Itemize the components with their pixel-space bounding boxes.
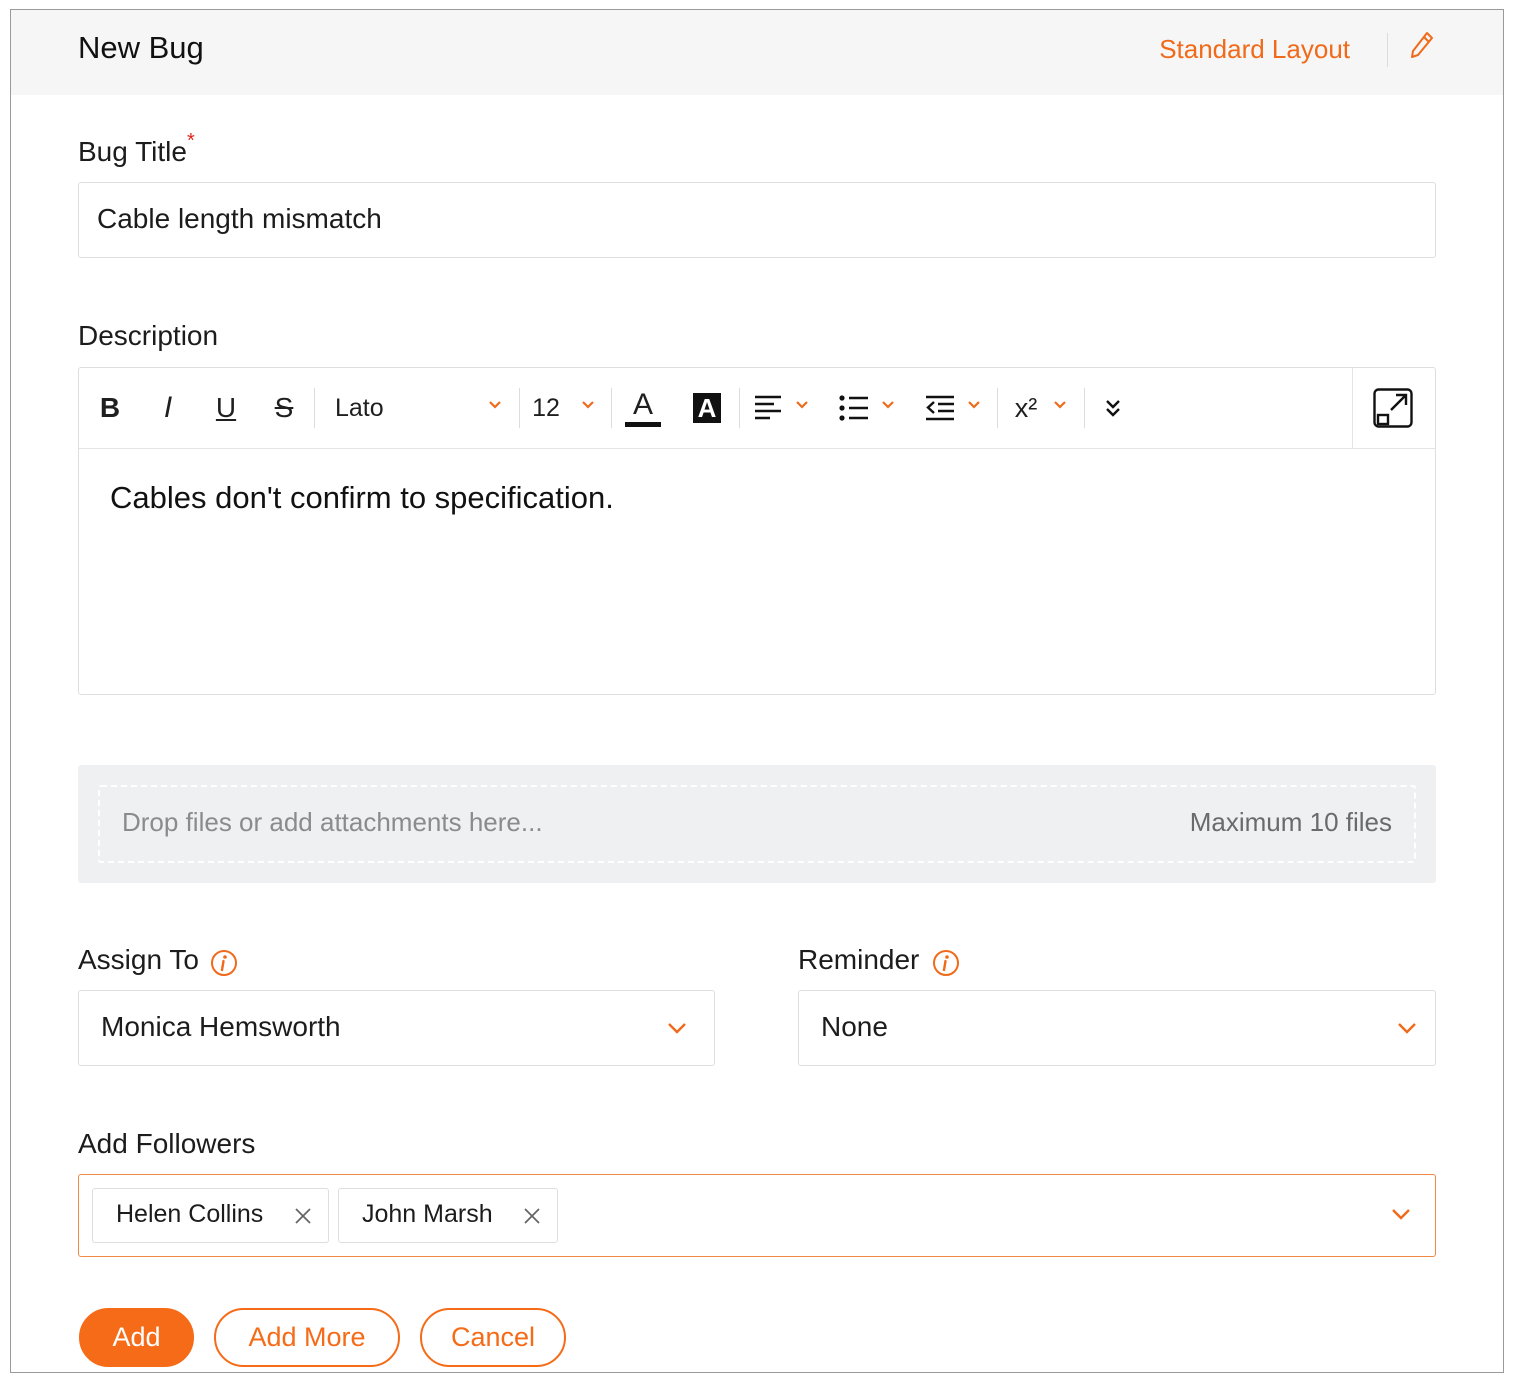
follower-chip: John Marsh — [338, 1188, 558, 1243]
chevron-down-icon[interactable] — [795, 400, 809, 410]
font-family-select[interactable]: Lato — [335, 388, 465, 428]
header-divider — [1387, 33, 1388, 67]
background-color-glyph: A — [693, 393, 721, 423]
description-label: Description — [78, 320, 219, 351]
chevron-down-icon — [668, 1023, 686, 1034]
follower-chip: Helen Collins — [92, 1188, 329, 1243]
info-icon[interactable] — [210, 949, 238, 977]
new-bug-dialog: New Bug Standard Layout Bug Title* Cable… — [10, 9, 1504, 1373]
info-icon[interactable] — [932, 949, 960, 977]
page-title: New Bug — [78, 30, 204, 65]
reminder-value: None — [821, 1011, 888, 1042]
background-color-button[interactable]: A — [693, 388, 721, 428]
editor-toolbar: B I U S Lato 12 A A x² — [79, 368, 1435, 449]
follower-chip-label: Helen Collins — [116, 1200, 264, 1228]
cancel-button[interactable]: Cancel — [420, 1308, 566, 1367]
chevron-down-icon[interactable] — [1391, 1208, 1411, 1221]
bug-title-label-text: Bug Title — [78, 136, 187, 167]
close-icon[interactable] — [294, 1207, 312, 1225]
attachment-limit: Maximum 10 files — [1189, 807, 1392, 837]
reminder-select[interactable]: None — [798, 990, 1436, 1066]
more-tools-icon[interactable] — [1104, 388, 1122, 428]
superscript-button[interactable]: x² — [1009, 388, 1043, 428]
font-color-glyph: A — [632, 387, 653, 421]
chevron-down-icon[interactable] — [488, 400, 502, 410]
toolbar-separator — [519, 388, 520, 428]
bold-button[interactable]: B — [95, 388, 125, 428]
reminder-label: Reminder — [798, 944, 920, 975]
toolbar-separator — [1084, 388, 1085, 428]
italic-button[interactable]: I — [153, 388, 183, 428]
attachment-hint: Drop files or add attachments here... — [122, 807, 543, 837]
toolbar-separator — [997, 388, 998, 428]
pencil-icon[interactable] — [1409, 30, 1435, 60]
attachment-dropzone-inner: Drop files or add attachments here... Ma… — [98, 785, 1416, 863]
required-mark: * — [186, 130, 195, 152]
dialog-header: New Bug Standard Layout — [11, 10, 1503, 95]
assign-to-select[interactable]: Monica Hemsworth — [78, 990, 715, 1066]
bug-title-label: Bug Title* — [78, 130, 195, 168]
outdent-icon[interactable] — [925, 388, 955, 428]
chevron-down-icon — [1398, 1023, 1416, 1034]
followers-multiselect[interactable]: Helen Collins John Marsh — [78, 1174, 1436, 1257]
font-size-select[interactable]: 12 — [529, 388, 563, 428]
toolbar-separator — [739, 388, 740, 428]
bug-title-input[interactable]: Cable length mismatch — [78, 182, 1436, 258]
font-color-button[interactable]: A — [625, 388, 661, 428]
rich-text-editor: B I U S Lato 12 A A x² Cables don't conf… — [78, 367, 1436, 695]
expand-editor-button[interactable] — [1352, 368, 1435, 448]
close-icon[interactable] — [523, 1207, 541, 1225]
attachment-dropzone[interactable]: Drop files or add attachments here... Ma… — [78, 765, 1436, 883]
chevron-down-icon[interactable] — [581, 400, 595, 410]
toolbar-separator — [314, 388, 315, 428]
follower-chip-label: John Marsh — [362, 1200, 493, 1228]
underline-button[interactable]: U — [211, 388, 241, 428]
assign-to-value: Monica Hemsworth — [101, 1011, 341, 1042]
layout-selector-link[interactable]: Standard Layout — [1159, 34, 1350, 65]
bullet-list-icon[interactable] — [839, 388, 869, 428]
add-button[interactable]: Add — [79, 1308, 194, 1367]
strikethrough-button[interactable]: S — [269, 388, 299, 428]
expand-icon — [1373, 388, 1413, 428]
chevron-down-icon[interactable] — [1053, 400, 1067, 410]
bug-title-value: Cable length mismatch — [97, 203, 382, 234]
chevron-down-icon[interactable] — [881, 400, 895, 410]
add-more-button[interactable]: Add More — [214, 1308, 400, 1367]
font-color-bar — [625, 421, 661, 427]
followers-label: Add Followers — [78, 1128, 256, 1159]
align-left-icon[interactable] — [754, 388, 782, 428]
editor-content[interactable]: Cables don't confirm to specification. — [110, 480, 614, 516]
chevron-down-icon[interactable] — [967, 400, 981, 410]
toolbar-separator — [611, 388, 612, 428]
assign-to-label: Assign To — [78, 944, 199, 975]
